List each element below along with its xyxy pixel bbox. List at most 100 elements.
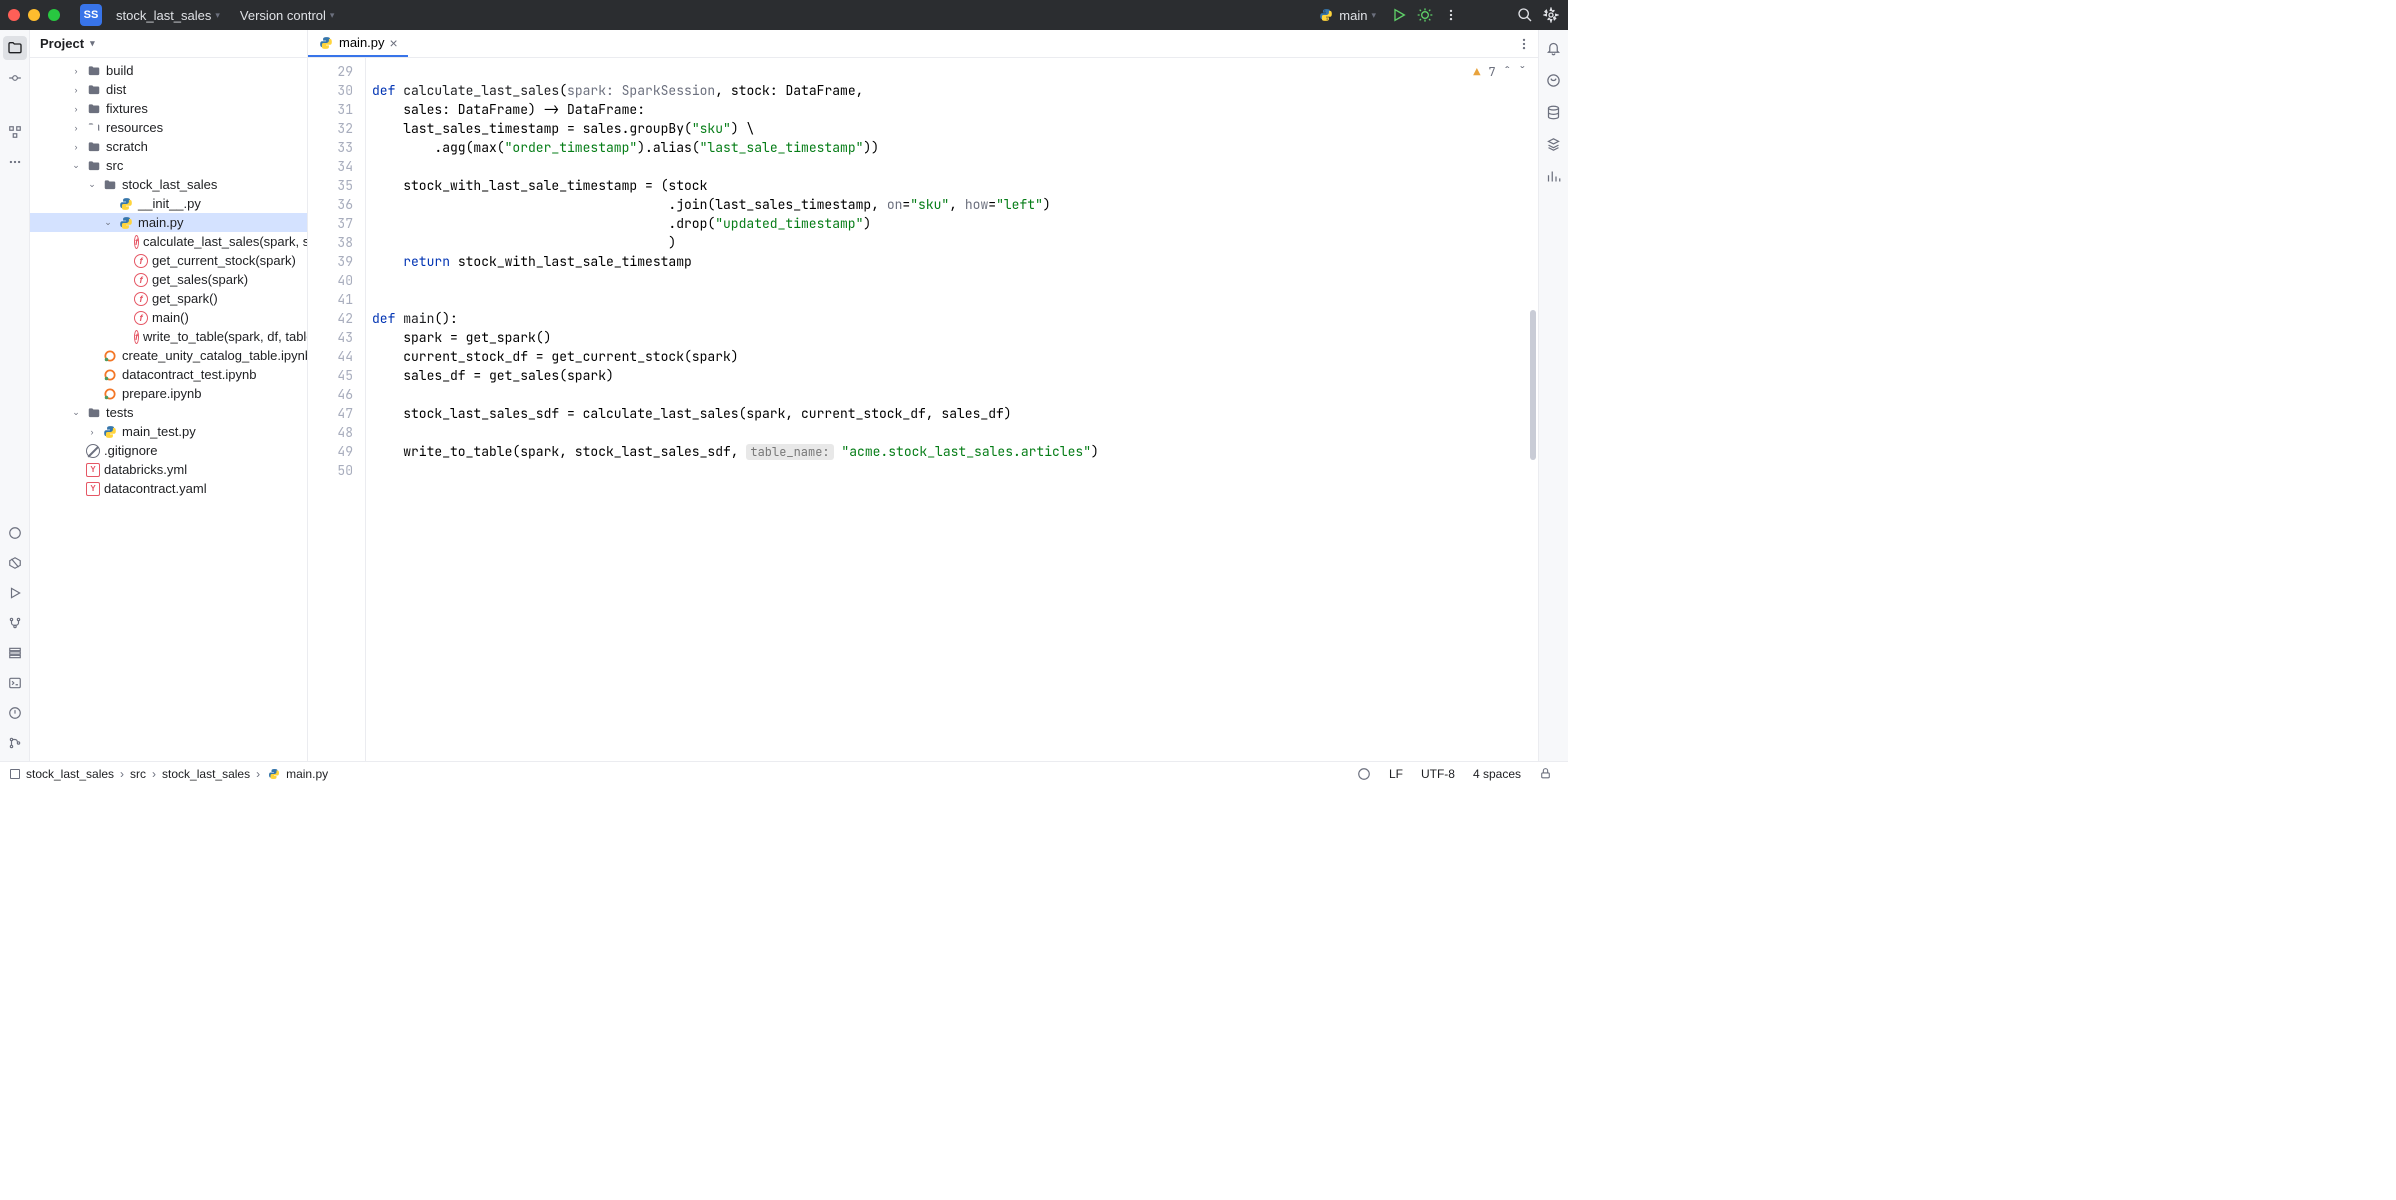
tree-fn-getsales[interactable]: fget_sales(spark): [30, 270, 307, 289]
project-tool-button[interactable]: [3, 36, 27, 60]
jupyter-icon: [102, 386, 118, 402]
more-tools-button[interactable]: [3, 150, 27, 174]
databricks-tool-button[interactable]: [1542, 132, 1566, 156]
run-tool-button[interactable]: [3, 581, 27, 605]
breadcrumb-root[interactable]: stock_last_sales: [26, 767, 114, 781]
tree-folder-scratch[interactable]: ›scratch: [30, 137, 307, 156]
editor-area: main.py × ▲ 7 ˆ ˇ 2930313233343536373839…: [308, 30, 1538, 761]
line-ending-picker[interactable]: LF: [1383, 767, 1409, 781]
inspection-summary[interactable]: ▲ 7 ˆ ˇ: [1473, 64, 1526, 80]
tree-file-dcyaml[interactable]: Ydatacontract.yaml: [30, 479, 307, 498]
tree-fn-getstock[interactable]: fget_current_stock(spark): [30, 251, 307, 270]
python-icon: [266, 766, 282, 782]
tree-fn-write[interactable]: fwrite_to_table(spark, df, table_n: [30, 327, 307, 346]
tree-folder-pkg[interactable]: ⌄stock_last_sales: [30, 175, 307, 194]
tree-folder-dist[interactable]: ›dist: [30, 80, 307, 99]
run-config-picker[interactable]: main ▾: [1311, 2, 1382, 28]
tree-folder-resources[interactable]: ›resources: [30, 118, 307, 137]
tree-fn-main[interactable]: fmain(): [30, 308, 307, 327]
project-panel: Project ▾ ›build ›dist ›fixtures ›resour…: [30, 30, 308, 761]
folder-icon: [86, 139, 102, 155]
function-icon: f: [134, 254, 148, 268]
tab-label: main.py: [339, 35, 385, 50]
code-editor[interactable]: ▲ 7 ˆ ˇ 29303132333435363738394041424344…: [308, 58, 1538, 761]
indent-picker[interactable]: 4 spaces: [1467, 767, 1527, 781]
folder-icon: [86, 405, 102, 421]
problems-tool-button[interactable]: [3, 701, 27, 725]
python-icon: [102, 424, 118, 440]
close-window-button[interactable]: [8, 9, 20, 21]
tabs-menu-button[interactable]: [1510, 30, 1538, 57]
project-badge: SS: [80, 4, 102, 26]
git-branch-button[interactable]: [3, 611, 27, 635]
function-icon: f: [134, 311, 148, 325]
function-icon: f: [134, 330, 139, 344]
chevron-down-icon: ▾: [215, 10, 220, 21]
readonly-toggle[interactable]: [1533, 767, 1558, 780]
tree-folder-src[interactable]: ⌄src: [30, 156, 307, 175]
warning-icon: ▲: [1473, 64, 1480, 80]
function-icon: f: [134, 273, 148, 287]
minimize-window-button[interactable]: [28, 9, 40, 21]
more-menu[interactable]: [1442, 6, 1460, 24]
project-panel-header[interactable]: Project ▾: [30, 30, 307, 58]
code-content[interactable]: def calculate_last_sales(spark: SparkSes…: [366, 58, 1538, 761]
tab-main-py[interactable]: main.py ×: [308, 30, 408, 57]
tree-file-main[interactable]: ⌄main.py: [30, 213, 307, 232]
tree-file-maintest[interactable]: ›main_test.py: [30, 422, 307, 441]
terminal-tool-button[interactable]: [3, 671, 27, 695]
git-tool-button[interactable]: [3, 731, 27, 755]
python-icon: [118, 215, 134, 231]
commit-tool-button[interactable]: [3, 66, 27, 90]
folder-icon: [102, 177, 118, 193]
breadcrumb-pkg[interactable]: stock_last_sales: [162, 767, 250, 781]
close-tab-button[interactable]: ×: [390, 35, 398, 51]
project-name: stock_last_sales: [116, 8, 211, 23]
chevron-down-icon: ▾: [90, 38, 95, 49]
ai-status-icon[interactable]: [1351, 767, 1377, 781]
ai-assistant-button[interactable]: [1542, 68, 1566, 92]
editor-scrollbar[interactable]: [1528, 58, 1538, 761]
python-packages-button[interactable]: [3, 551, 27, 575]
breadcrumb-src[interactable]: src: [130, 767, 146, 781]
tree-folder-build[interactable]: ›build: [30, 61, 307, 80]
window-controls: [8, 9, 60, 21]
line-number-gutter: 2930313233343536373839404142434445464748…: [308, 58, 366, 761]
right-tool-strip: [1538, 30, 1568, 761]
coverage-tool-button[interactable]: [1542, 164, 1566, 188]
tree-folder-tests[interactable]: ⌄tests: [30, 403, 307, 422]
search-button[interactable]: [1516, 6, 1534, 24]
run-button[interactable]: [1390, 6, 1408, 24]
notifications-button[interactable]: [1542, 36, 1566, 60]
next-issue-button[interactable]: ˇ: [1519, 64, 1526, 80]
breadcrumb-file[interactable]: main.py: [266, 766, 328, 782]
project-panel-title: Project: [40, 36, 84, 51]
python-console-button[interactable]: [3, 521, 27, 545]
encoding-picker[interactable]: UTF-8: [1415, 767, 1461, 781]
chevron-right-icon: ›: [120, 767, 124, 781]
prev-issue-button[interactable]: ˆ: [1504, 64, 1511, 80]
project-tree[interactable]: ›build ›dist ›fixtures ›resources ›scrat…: [30, 58, 307, 761]
maximize-window-button[interactable]: [48, 9, 60, 21]
folder-icon: [86, 158, 102, 174]
tree-nb-dctest[interactable]: datacontract_test.ipynb: [30, 365, 307, 384]
title-bar: SS stock_last_sales ▾ Version control ▾ …: [0, 0, 1568, 30]
tree-nb-create[interactable]: create_unity_catalog_table.ipynb: [30, 346, 307, 365]
structure-tool-button[interactable]: [3, 120, 27, 144]
settings-button[interactable]: [1542, 6, 1560, 24]
services-tool-button[interactable]: [3, 641, 27, 665]
python-icon: [118, 196, 134, 212]
tree-nb-prepare[interactable]: prepare.ipynb: [30, 384, 307, 403]
tree-file-dbyml[interactable]: Ydatabricks.yml: [30, 460, 307, 479]
tree-file-gitignore[interactable]: .gitignore: [30, 441, 307, 460]
jupyter-icon: [102, 348, 118, 364]
vcs-menu[interactable]: Version control ▾: [234, 4, 341, 27]
tree-folder-fixtures[interactable]: ›fixtures: [30, 99, 307, 118]
tree-file-init[interactable]: __init__.py: [30, 194, 307, 213]
tree-fn-getspark[interactable]: fget_spark(): [30, 289, 307, 308]
tree-fn-calc[interactable]: fcalculate_last_sales(spark, stock: [30, 232, 307, 251]
folder-icon: [86, 82, 102, 98]
debug-button[interactable]: [1416, 6, 1434, 24]
database-tool-button[interactable]: [1542, 100, 1566, 124]
project-picker[interactable]: stock_last_sales ▾: [110, 4, 226, 27]
